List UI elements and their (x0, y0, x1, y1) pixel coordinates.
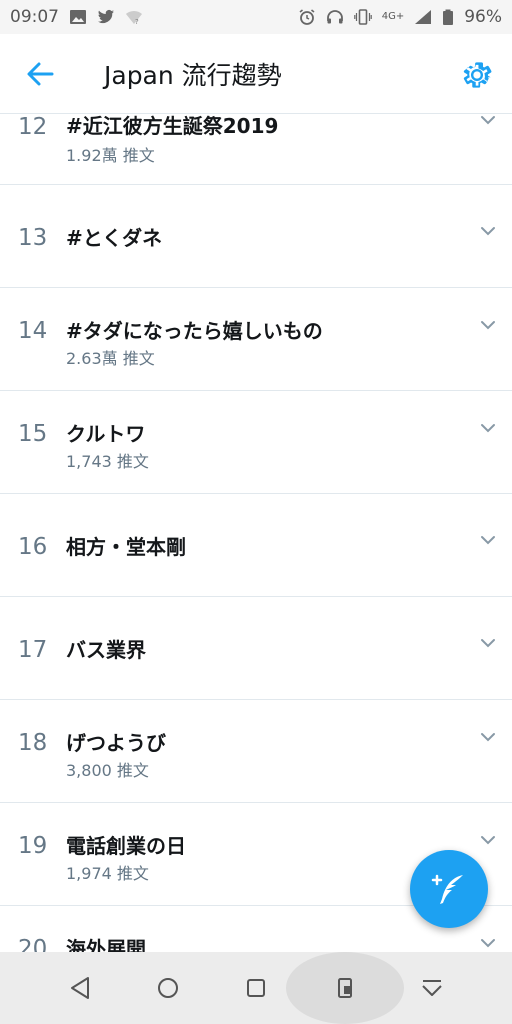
trend-rank: 14 (18, 318, 48, 344)
back-arrow-icon (27, 62, 54, 86)
trend-rank: 19 (18, 833, 48, 859)
trend-list: 12 #近江彼方生誕祭2019 1.92萬 推文 13 #とくダネ 14 #タダ… (0, 114, 512, 952)
nav-recents-icon (247, 979, 265, 997)
chevron-down-icon[interactable] (478, 830, 498, 850)
compose-tweet-button[interactable] (410, 850, 488, 928)
nav-dropdown-icon (422, 980, 442, 996)
nav-home-icon (158, 978, 178, 998)
twitter-icon (97, 9, 115, 25)
trend-item-18[interactable]: 18 げつようび 3,800 推文 (0, 700, 512, 803)
chevron-down-icon[interactable] (478, 315, 498, 335)
settings-button[interactable] (458, 56, 496, 94)
trend-item-16[interactable]: 16 相方・堂本剛 (0, 494, 512, 597)
trend-name: #近江彼方生誕祭2019 (66, 114, 279, 138)
trend-rank: 18 (18, 730, 48, 756)
trend-name: クルトワ (66, 422, 146, 446)
status-left: 09:07 ? (10, 7, 143, 27)
chevron-down-icon[interactable] (478, 114, 498, 130)
trend-rank: 15 (18, 421, 48, 447)
trend-tweet-count: 1,974 推文 (66, 864, 149, 883)
svg-text:?: ? (135, 18, 139, 25)
trend-rank: 16 (18, 534, 48, 560)
chevron-down-icon[interactable] (478, 418, 498, 438)
chevron-down-icon[interactable] (478, 221, 498, 241)
chevron-down-icon[interactable] (478, 530, 498, 550)
trend-rank: 12 (18, 114, 48, 140)
wifi-question-icon: ? (125, 9, 143, 25)
trend-tweet-count: 2.63萬 推文 (66, 349, 155, 368)
system-nav-bar (0, 952, 512, 1024)
headphones-icon (326, 9, 344, 25)
nav-back-button[interactable] (62, 970, 98, 1006)
trend-name: 海外展開 (66, 937, 146, 952)
trend-rank: 17 (18, 637, 48, 663)
chevron-down-icon[interactable] (478, 633, 498, 653)
trend-item-12[interactable]: 12 #近江彼方生誕祭2019 1.92萬 推文 (0, 114, 512, 185)
status-time: 09:07 (10, 7, 59, 27)
trend-name: 電話創業の日 (66, 834, 186, 858)
nav-dropdown-button[interactable] (414, 970, 450, 1006)
screen-rotate-icon (338, 978, 352, 998)
trend-name: #とくダネ (66, 226, 163, 250)
trend-name: バス業界 (66, 638, 146, 662)
trend-rank: 20 (18, 936, 48, 952)
gear-icon (463, 62, 492, 88)
back-button[interactable] (22, 56, 58, 92)
screen-rotate-button[interactable] (327, 970, 363, 1006)
nav-back-icon (71, 977, 89, 999)
signal-icon (414, 9, 432, 25)
chevron-down-icon[interactable] (478, 727, 498, 747)
battery-percent: 96% (464, 7, 502, 27)
compose-tweet-icon (431, 874, 463, 904)
status-bar: 09:07 ? 4G+ 96% (0, 0, 512, 34)
trend-item-13[interactable]: 13 #とくダネ (0, 185, 512, 288)
status-right: 4G+ 96% (298, 7, 502, 27)
trend-rank: 13 (18, 225, 48, 251)
network-type: 4G+ (381, 11, 405, 22)
page-title: Japan 流行趨勢 (104, 61, 282, 90)
nav-home-button[interactable] (150, 970, 186, 1006)
app-bar: Japan 流行趨勢 (0, 34, 512, 114)
trend-name: #タダになったら嬉しいもの (66, 319, 323, 343)
battery-icon (442, 9, 454, 25)
nav-recents-button[interactable] (238, 970, 274, 1006)
trend-item-17[interactable]: 17 バス業界 (0, 597, 512, 700)
trend-name: げつようび (66, 731, 166, 755)
chevron-down-icon[interactable] (478, 933, 498, 952)
vibrate-icon (353, 9, 372, 25)
trend-item-15[interactable]: 15 クルトワ 1,743 推文 (0, 391, 512, 494)
trend-name: 相方・堂本剛 (66, 535, 186, 559)
image-icon (69, 9, 87, 25)
trend-item-14[interactable]: 14 #タダになったら嬉しいもの 2.63萬 推文 (0, 288, 512, 391)
alarm-icon (298, 9, 316, 25)
trend-tweet-count: 1,743 推文 (66, 452, 149, 471)
trend-tweet-count: 3,800 推文 (66, 761, 149, 780)
trend-tweet-count: 1.92萬 推文 (66, 146, 155, 165)
